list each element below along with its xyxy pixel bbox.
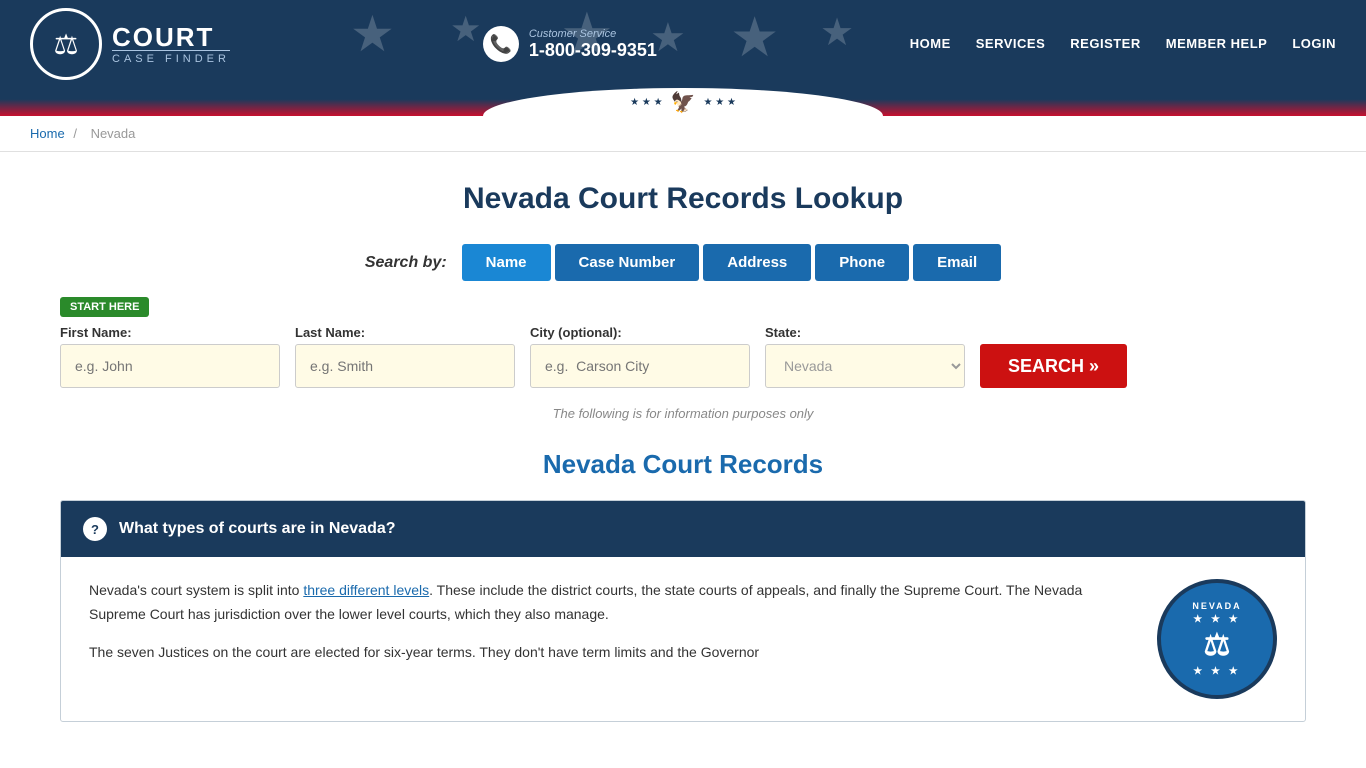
logo-case-finder-label: CASE FINDER xyxy=(112,50,230,65)
first-name-group: First Name: xyxy=(60,325,280,388)
search-section: Search by: Name Case Number Address Phon… xyxy=(60,244,1306,421)
city-label: City (optional): xyxy=(530,325,750,340)
banner-stars-right: ★ ★ ★ xyxy=(703,97,735,108)
accordion-paragraph-1: Nevada's court system is split into thre… xyxy=(89,579,1127,627)
star-deco: ★ xyxy=(730,5,779,69)
tab-name[interactable]: Name xyxy=(462,244,551,281)
patriotic-banner: ★ ★ ★ 🦅 ★ ★ ★ xyxy=(0,88,1366,116)
seal-stars: ★ ★ ★ xyxy=(1193,614,1240,625)
cs-label: Customer Service xyxy=(529,28,657,40)
question-icon: ? xyxy=(83,517,107,541)
main-nav: HOME SERVICES REGISTER MEMBER HELP LOGIN xyxy=(910,36,1336,53)
accordion-text: Nevada's court system is split into thre… xyxy=(89,579,1127,678)
accordion-body: Nevada's court system is split into thre… xyxy=(61,557,1305,721)
disclaimer: The following is for information purpose… xyxy=(60,406,1306,421)
seal-scales-icon: ⚖ xyxy=(1204,628,1231,663)
start-here-badge: START HERE xyxy=(60,297,149,317)
breadcrumb-separator: / xyxy=(73,126,77,141)
tab-email[interactable]: Email xyxy=(913,244,1001,281)
seal-stars-bottom: ★ ★ ★ xyxy=(1193,666,1240,677)
star-deco: ★ xyxy=(350,5,395,63)
nav-home[interactable]: HOME xyxy=(910,36,951,53)
star-deco: ★ xyxy=(450,10,481,50)
nav-login[interactable]: LOGIN xyxy=(1292,36,1336,53)
accordion: ? What types of courts are in Nevada? Ne… xyxy=(60,500,1306,722)
last-name-label: Last Name: xyxy=(295,325,515,340)
breadcrumb-home[interactable]: Home xyxy=(30,126,65,141)
nav-register[interactable]: REGISTER xyxy=(1070,36,1140,53)
last-name-group: Last Name: xyxy=(295,325,515,388)
search-fields: First Name: Last Name: City (optional): … xyxy=(60,325,1306,388)
breadcrumb-current: Nevada xyxy=(91,126,136,141)
star-deco: ★ xyxy=(820,10,854,55)
section-title: Nevada Court Records xyxy=(60,449,1306,480)
seal-text: NEVADA xyxy=(1192,601,1241,611)
tab-phone[interactable]: Phone xyxy=(815,244,909,281)
banner-stars-left: ★ ★ ★ xyxy=(630,97,662,108)
main-content: Nevada Court Records Lookup Search by: N… xyxy=(0,152,1366,752)
logo-text: COURT CASE FINDER xyxy=(112,24,230,65)
first-name-input[interactable] xyxy=(60,344,280,388)
phone-icon: 📞 xyxy=(483,26,519,62)
eagle-icon: 🦅 xyxy=(671,90,696,115)
search-by-row: Search by: Name Case Number Address Phon… xyxy=(60,244,1306,281)
accordion-header[interactable]: ? What types of courts are in Nevada? xyxy=(61,501,1305,557)
nevada-seal: NEVADA ★ ★ ★ ⚖ ★ ★ ★ xyxy=(1157,579,1277,699)
state-group: State: Nevada Alabama Alaska Arizona Cal… xyxy=(765,325,965,388)
logo[interactable]: ⚖ COURT CASE FINDER xyxy=(30,8,230,80)
cs-text: Customer Service 1-800-309-9351 xyxy=(529,28,657,61)
nav-services[interactable]: SERVICES xyxy=(976,36,1046,53)
last-name-input[interactable] xyxy=(295,344,515,388)
three-levels-link[interactable]: three different levels xyxy=(303,582,429,598)
logo-icon: ⚖ xyxy=(30,8,102,80)
first-name-label: First Name: xyxy=(60,325,280,340)
cs-phone[interactable]: 1-800-309-9351 xyxy=(529,40,657,61)
accordion-question: What types of courts are in Nevada? xyxy=(119,520,396,538)
state-select[interactable]: Nevada Alabama Alaska Arizona California xyxy=(765,344,965,388)
page-title: Nevada Court Records Lookup xyxy=(60,182,1306,216)
search-tabs: Name Case Number Address Phone Email xyxy=(462,244,1001,281)
search-by-label: Search by: xyxy=(365,254,447,272)
seal-circle: NEVADA ★ ★ ★ ⚖ ★ ★ ★ xyxy=(1157,579,1277,699)
breadcrumb: Home / Nevada xyxy=(0,116,1366,152)
nav-member-help[interactable]: MEMBER HELP xyxy=(1166,36,1268,53)
logo-court-label: COURT xyxy=(112,24,230,50)
city-input[interactable] xyxy=(530,344,750,388)
search-button[interactable]: SEARCH » xyxy=(980,344,1127,388)
city-group: City (optional): xyxy=(530,325,750,388)
state-label: State: xyxy=(765,325,965,340)
tab-address[interactable]: Address xyxy=(703,244,811,281)
site-header: ★ ★ ★ ★ ★ ★ ⚖ COURT CASE FINDER 📞 Custom… xyxy=(0,0,1366,88)
banner-eagle: ★ ★ ★ 🦅 ★ ★ ★ xyxy=(630,90,736,115)
tab-case-number[interactable]: Case Number xyxy=(555,244,700,281)
customer-service: 📞 Customer Service 1-800-309-9351 xyxy=(483,26,657,62)
accordion-paragraph-2: The seven Justices on the court are elec… xyxy=(89,641,1127,665)
